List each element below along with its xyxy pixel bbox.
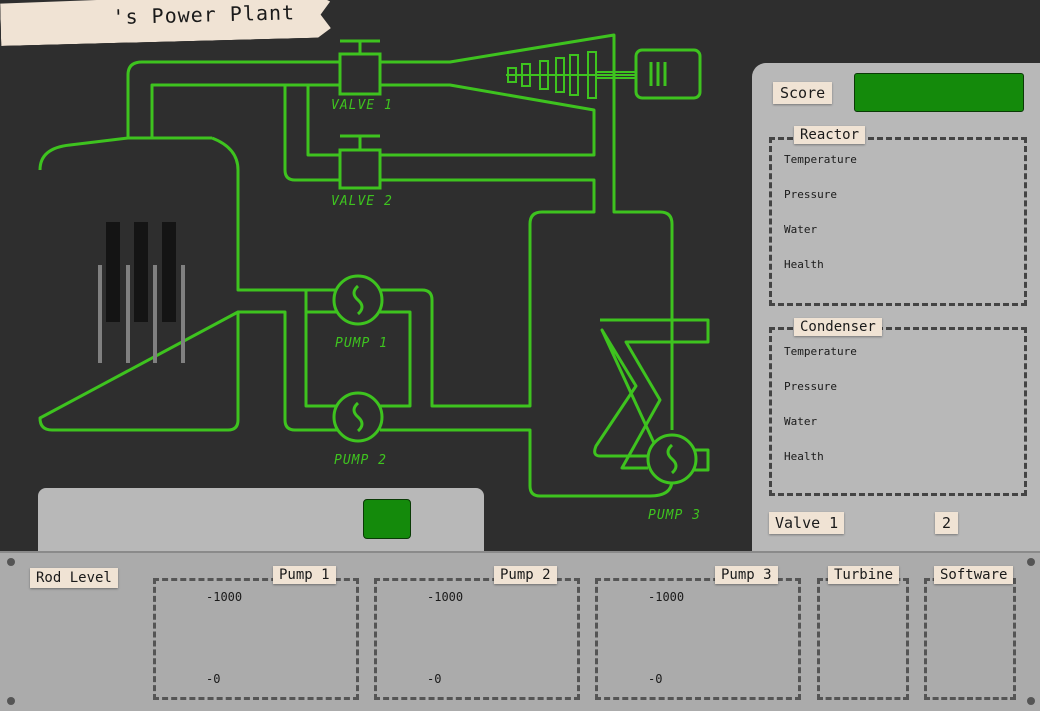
control-tab-panel bbox=[38, 488, 484, 558]
turbine-control[interactable] bbox=[817, 578, 909, 700]
screw-icon bbox=[7, 558, 15, 566]
pump-1-label: PUMP 1 bbox=[335, 336, 388, 351]
reactor-vessel bbox=[38, 60, 340, 432]
pump-2-min-tick: -0 bbox=[427, 672, 442, 686]
condenser-pressure-label: Pressure bbox=[784, 380, 837, 393]
control-rods bbox=[98, 222, 185, 363]
condenser-temperature-label: Temperature bbox=[784, 345, 857, 358]
pump-1-control-label: Pump 1 bbox=[273, 566, 336, 584]
condenser-title: Condenser bbox=[794, 318, 882, 336]
pump-3-min-tick: -0 bbox=[648, 672, 663, 686]
reactor-temperature-label: Temperature bbox=[784, 153, 857, 166]
pump-2-slider[interactable]: -1000 -0 bbox=[374, 578, 580, 700]
screw-icon bbox=[1027, 697, 1035, 705]
reactor-water-label: Water bbox=[784, 223, 818, 236]
reactor-title: Reactor bbox=[794, 126, 866, 144]
pump-1-slider[interactable]: -1000 -0 bbox=[153, 578, 359, 700]
turbine-control-label: Turbine bbox=[828, 566, 900, 584]
software-control-label: Software bbox=[934, 566, 1014, 584]
valve-selector-label[interactable]: Valve 1 bbox=[769, 512, 845, 534]
score-display bbox=[854, 73, 1024, 112]
pump-2-max-tick: -1000 bbox=[427, 590, 464, 604]
pump-1-min-tick: -0 bbox=[206, 672, 221, 686]
pump-2 bbox=[332, 391, 384, 443]
screw-icon bbox=[1027, 558, 1035, 566]
pump-2-label: PUMP 2 bbox=[334, 453, 387, 468]
turbine bbox=[506, 51, 636, 99]
green-control-button[interactable] bbox=[363, 499, 411, 539]
reactor-status-group: Temperature Pressure Water Health bbox=[769, 137, 1027, 306]
pump-3-control-label: Pump 3 bbox=[715, 566, 778, 584]
valve-1 bbox=[338, 39, 382, 96]
software-control[interactable] bbox=[924, 578, 1016, 700]
generator bbox=[634, 48, 702, 100]
pump-3-slider[interactable]: -1000 -0 bbox=[595, 578, 801, 700]
pump-3-max-tick: -1000 bbox=[648, 590, 685, 604]
reactor-pressure-label: Pressure bbox=[784, 188, 837, 201]
valve-2-label: VALVE 2 bbox=[331, 194, 393, 209]
condenser-health-label: Health bbox=[784, 450, 824, 463]
condenser-water-label: Water bbox=[784, 415, 818, 428]
reactor-health-label: Health bbox=[784, 258, 824, 271]
valve-1-label: VALVE 1 bbox=[331, 98, 393, 113]
pump-3-label: PUMP 3 bbox=[648, 508, 701, 523]
pump-2-control-label: Pump 2 bbox=[494, 566, 557, 584]
pump-1-max-tick: -1000 bbox=[206, 590, 243, 604]
pump-1 bbox=[332, 274, 384, 326]
condenser-status-group: Temperature Pressure Water Health bbox=[769, 327, 1027, 496]
pump-3 bbox=[646, 433, 698, 485]
valve-2 bbox=[338, 134, 382, 190]
valve-selector-value[interactable]: 2 bbox=[935, 512, 959, 534]
rod-level-label: Rod Level bbox=[30, 568, 118, 588]
score-label: Score bbox=[773, 82, 833, 104]
screw-icon bbox=[7, 697, 15, 705]
